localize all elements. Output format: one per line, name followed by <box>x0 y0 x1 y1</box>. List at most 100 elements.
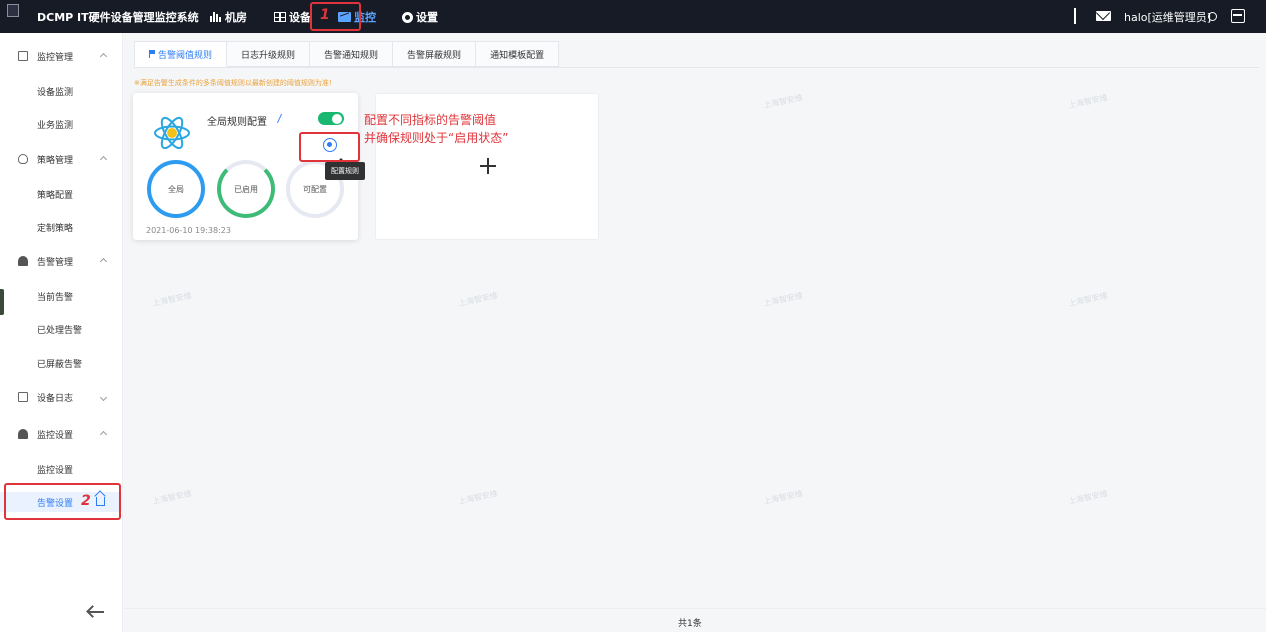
sidebar-group-label: 监控设置 <box>37 430 74 441</box>
sidebar-item-label: 策略配置 <box>37 191 74 201</box>
gear-icon <box>402 11 413 23</box>
chevron-up-icon <box>99 257 108 265</box>
sidebar-item-label: 业务监测 <box>37 121 74 131</box>
watermark: 上海智安维 <box>1067 290 1109 309</box>
printer-icon[interactable] <box>1231 9 1245 23</box>
tab-notify-template-config[interactable]: 通知模板配置 <box>476 41 560 67</box>
annotation-note-line1: 配置不同指标的告警阈值 <box>364 113 497 127</box>
sidebar-group-label: 监控管理 <box>37 52 74 63</box>
watermark: 上海智安维 <box>151 290 193 309</box>
chevron-down-icon <box>99 393 108 401</box>
edit-icon[interactable] <box>270 114 283 123</box>
sidebar-group-policy-management[interactable]: 策略管理 <box>0 149 123 169</box>
watermark: 上海智安维 <box>1067 92 1109 111</box>
sidebar-item-shielded-alarms[interactable]: 已屏蔽告警 <box>0 353 123 373</box>
watermark: 上海智安维 <box>151 488 193 507</box>
sidebar-group-label: 策略管理 <box>37 155 74 166</box>
nav-label-room: 机房 <box>225 11 247 24</box>
logo-image <box>7 4 19 17</box>
ring-label: 可配置 <box>303 184 327 194</box>
sidebar-item-current-alarms[interactable]: 当前告警 <box>0 286 123 306</box>
sidebar-group-device-log[interactable]: 设备日志 <box>0 387 123 407</box>
sidebar-item-label: 已处理告警 <box>37 326 83 336</box>
bell-icon <box>18 256 28 266</box>
tab-alarm-notify-rules[interactable]: 告警通知规则 <box>310 41 394 67</box>
sidebar-group-monitor-management[interactable]: 监控管理 <box>0 46 123 66</box>
sidebar-group-alarm-management[interactable]: 告警管理 <box>0 251 123 271</box>
nav-label-settings: 设置 <box>416 11 438 24</box>
annotation-note-line2: 并确保规则处于“启用状态” <box>364 131 509 145</box>
chevron-up-icon <box>99 155 108 163</box>
sidebar-item-label: 当前告警 <box>37 293 74 303</box>
collapse-sidebar-arrow-icon[interactable] <box>88 611 104 613</box>
tab-alarm-shield-rules[interactable]: 告警屏蔽规则 <box>393 41 477 67</box>
monitor-icon <box>18 51 28 61</box>
sidebar-item-policy-config[interactable]: 策略配置 <box>0 184 123 204</box>
ring-enabled: 已启用 <box>217 160 275 218</box>
tab-label: 告警屏蔽规则 <box>407 50 462 61</box>
sidebar-item-label: 监控设置 <box>37 466 74 476</box>
tab-alarm-threshold-rules[interactable]: 告警阈值规则 <box>134 41 228 67</box>
annotation-step-1: 1 <box>320 7 330 23</box>
tab-label: 告警通知规则 <box>324 50 379 61</box>
watermark: 上海智安维 <box>1067 488 1109 507</box>
bar-chart-icon <box>210 12 222 22</box>
sidebar-item-label: 定制策略 <box>37 224 74 234</box>
top-navbar: DCMP IT硬件设备管理监控系统 机房 设备 监控 设置 halo[运维管理员… <box>0 0 1266 33</box>
document-icon <box>18 392 28 402</box>
rule-tabs: 告警阈值规则 日志升级规则 告警通知规则 告警屏蔽规则 通知模板配置 <box>134 41 560 67</box>
bell-icon <box>18 429 28 439</box>
chevron-up-icon <box>99 52 108 60</box>
chevron-up-icon <box>99 430 108 438</box>
sidebar-item-label: 已屏蔽告警 <box>37 360 83 370</box>
pagination-total: 共1条 <box>678 619 702 629</box>
bulb-icon <box>18 154 28 164</box>
rule-notice: ※满足告警生成条件的多条阈值规则以最新创建的阈值规则为准! <box>134 79 332 87</box>
tabs-divider <box>134 67 1259 68</box>
sidebar-item-processed-alarms[interactable]: 已处理告警 <box>0 319 123 339</box>
rule-timestamp: 2021-06-10 19:38:23 <box>146 226 231 235</box>
annotation-step-2: 2 <box>81 493 91 509</box>
rule-name: 全局规则配置 <box>207 117 267 128</box>
tab-label: 日志升级规则 <box>241 50 296 61</box>
plus-icon <box>480 158 496 174</box>
watermark: 上海智安维 <box>457 488 499 507</box>
app-title: DCMP IT硬件设备管理监控系统 <box>37 11 199 24</box>
ring-label: 已启用 <box>234 184 258 194</box>
tab-label: 通知模板配置 <box>490 50 545 61</box>
sidebar-item-monitor-settings[interactable]: 监控设置 <box>0 459 123 479</box>
annotation-box-config-rule <box>299 132 360 162</box>
nav-item-room[interactable]: 机房 <box>210 9 247 25</box>
tab-label: 告警阈值规则 <box>158 50 213 61</box>
sidebar-item-device-monitoring[interactable]: 设备监测 <box>0 81 123 101</box>
nav-item-settings[interactable]: 设置 <box>402 9 438 25</box>
tab-log-upgrade-rules[interactable]: 日志升级规则 <box>227 41 311 67</box>
watermark: 上海智安维 <box>457 290 499 309</box>
nav-item-device[interactable]: 设备 <box>274 9 311 25</box>
watermark: 上海智安维 <box>762 92 804 111</box>
nav-label-device: 设备 <box>289 11 311 24</box>
config-rule-tooltip: 配置规则 <box>325 158 365 180</box>
atom-icon <box>154 116 190 150</box>
annotation-box-monitor-nav <box>310 2 361 31</box>
user-dropdown-icon[interactable] <box>1208 12 1217 21</box>
flag-icon <box>149 50 155 58</box>
annotation-box-alarm-settings <box>4 483 121 520</box>
sidebar: 监控管理 设备监测 业务监测 策略管理 策略配置 定制策略 告警管理 当前告警 … <box>0 33 123 632</box>
sidebar-group-label: 设备日志 <box>37 393 74 404</box>
rule-enable-toggle[interactable] <box>318 112 344 125</box>
sidebar-group-label: 告警管理 <box>37 257 74 268</box>
ring-label: 全局 <box>168 184 184 194</box>
footer-divider <box>124 608 1266 609</box>
watermark: 上海智安维 <box>762 488 804 507</box>
mail-icon[interactable] <box>1096 11 1111 21</box>
sidebar-item-custom-policy[interactable]: 定制策略 <box>0 217 123 237</box>
ring-global: 全局 <box>147 160 205 218</box>
grid-icon <box>274 12 286 22</box>
header-divider <box>1074 8 1076 24</box>
sidebar-item-label: 设备监测 <box>37 88 74 98</box>
sidebar-group-monitor-settings[interactable]: 监控设置 <box>0 424 123 444</box>
sidebar-item-business-monitoring[interactable]: 业务监测 <box>0 114 123 134</box>
user-name[interactable]: halo[运维管理员] <box>1124 9 1211 25</box>
watermark: 上海智安维 <box>762 290 804 309</box>
